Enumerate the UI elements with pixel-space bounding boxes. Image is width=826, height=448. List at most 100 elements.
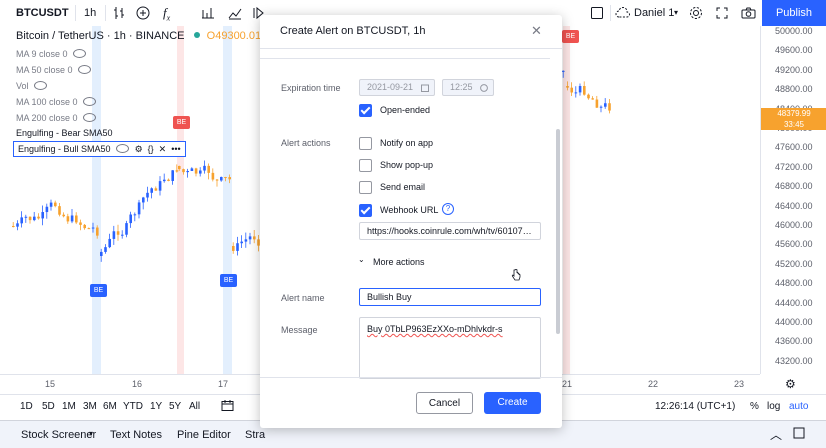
eye-icon[interactable] bbox=[115, 144, 129, 153]
candle-body bbox=[116, 231, 120, 235]
maximize-panel-icon[interactable] bbox=[793, 427, 805, 442]
candle-body bbox=[49, 202, 53, 207]
dialog-footer: Cancel Create bbox=[260, 377, 562, 428]
more-actions-toggle[interactable]: More actions bbox=[373, 257, 425, 267]
go-to-date-icon[interactable] bbox=[221, 399, 234, 415]
chevron-down-icon[interactable]: ▾ bbox=[674, 0, 678, 26]
message-textarea[interactable]: Buy 0TbLP963EzXXo-mDhlvkdr-s bbox=[359, 317, 541, 379]
symbol-search[interactable]: BTCUSDT bbox=[16, 0, 69, 26]
range-3m[interactable]: 3M bbox=[83, 401, 97, 412]
webhook-url-checkbox[interactable] bbox=[359, 204, 372, 217]
axis-settings-gear-icon[interactable]: ⚙ bbox=[785, 377, 796, 391]
alert-name-input[interactable]: Bullish Buy bbox=[359, 288, 541, 306]
expiration-date-field[interactable]: 2021-09-21 bbox=[359, 79, 435, 96]
fullscreen-icon[interactable] bbox=[716, 0, 728, 26]
hidden-eye-icon[interactable] bbox=[33, 81, 47, 90]
close-icon[interactable]: ✕ bbox=[159, 144, 167, 154]
candle-body bbox=[79, 222, 82, 225]
cloud-layout-icon[interactable] bbox=[615, 0, 631, 26]
legend-item[interactable]: MA 200 close 0 bbox=[16, 112, 96, 123]
tab-stock-screener[interactable]: Stock Screener bbox=[21, 429, 96, 441]
expiration-label: Expiration time bbox=[281, 83, 341, 93]
range-6m[interactable]: 6M bbox=[103, 401, 117, 412]
webhook-url-input[interactable]: https://hooks.coinrule.com/wh/tv/60107… bbox=[359, 222, 541, 240]
dialog-body[interactable]: Expiration time 2021-09-21 12:25 Open-en… bbox=[260, 49, 562, 379]
range-1m[interactable]: 1M bbox=[62, 401, 76, 412]
engulfing-bear-legend[interactable]: Engulfing - Bear SMA50 bbox=[16, 128, 113, 138]
legend-label: MA 9 close 0 bbox=[16, 49, 68, 59]
bull-marker[interactable]: BE bbox=[90, 284, 107, 297]
candle-body bbox=[24, 216, 28, 218]
templates-icon[interactable] bbox=[201, 0, 215, 26]
camera-icon[interactable] bbox=[741, 0, 756, 26]
interval-button[interactable]: 1h bbox=[84, 0, 96, 26]
range-1d[interactable]: 1D bbox=[20, 401, 33, 412]
range-5y[interactable]: 5Y bbox=[169, 401, 181, 412]
candle-body bbox=[248, 236, 252, 240]
publish-button[interactable]: Publish bbox=[762, 0, 826, 26]
candle-body bbox=[91, 227, 95, 229]
calendar-icon bbox=[421, 84, 429, 92]
hidden-eye-icon[interactable] bbox=[77, 65, 91, 74]
hidden-eye-icon[interactable] bbox=[72, 49, 86, 58]
auto-toggle[interactable]: auto bbox=[789, 401, 808, 412]
source-code-icon[interactable]: {} bbox=[148, 144, 154, 154]
notify-on-app-checkbox[interactable] bbox=[359, 137, 372, 150]
bar-style-icon[interactable] bbox=[113, 0, 125, 26]
hidden-eye-icon[interactable] bbox=[82, 113, 96, 122]
candle-body bbox=[104, 247, 107, 252]
price-axis[interactable]: 50000.0049600.0049200.0048800.0048400.00… bbox=[760, 26, 826, 374]
log-toggle[interactable]: log bbox=[767, 401, 780, 412]
range-5d[interactable]: 5D bbox=[42, 401, 55, 412]
open-ended-checkbox[interactable] bbox=[359, 104, 372, 117]
bear-marker[interactable]: BE bbox=[562, 30, 579, 43]
candle-body bbox=[591, 98, 594, 100]
bull-marker[interactable]: BE bbox=[220, 274, 237, 287]
tab-text-notes[interactable]: Text Notes bbox=[110, 429, 162, 441]
legend-item[interactable]: MA 9 close 0 bbox=[16, 48, 86, 59]
range-all[interactable]: All bbox=[189, 401, 200, 412]
candle-body bbox=[232, 246, 235, 251]
alert-name-label: Alert name bbox=[281, 293, 325, 303]
cancel-button[interactable]: Cancel bbox=[416, 392, 473, 414]
indicators-icon[interactable]: fx bbox=[163, 0, 170, 26]
candle-body bbox=[608, 103, 611, 111]
settings-icon[interactable]: ⚙ bbox=[135, 144, 143, 154]
compare-add-icon[interactable] bbox=[136, 0, 150, 26]
alert-chart-icon[interactable] bbox=[228, 0, 242, 26]
layout-square-icon[interactable] bbox=[590, 0, 604, 26]
price-label: 49600.00 bbox=[775, 45, 813, 56]
candle-body bbox=[604, 103, 607, 107]
notify-on-app-label: Notify on app bbox=[380, 138, 434, 148]
candle-body bbox=[211, 172, 215, 180]
chevron-down-icon[interactable]: ▾ bbox=[89, 429, 93, 438]
layout-name[interactable]: Daniel 1 bbox=[634, 0, 674, 26]
show-popup-checkbox[interactable] bbox=[359, 159, 372, 172]
hidden-eye-icon[interactable] bbox=[82, 97, 96, 106]
candle-body bbox=[121, 234, 124, 236]
clock-timezone[interactable]: 12:26:14 (UTC+1) bbox=[655, 401, 735, 412]
tab-pine-editor[interactable]: Pine Editor bbox=[177, 429, 231, 441]
candle-body bbox=[171, 170, 174, 181]
create-button[interactable]: Create bbox=[484, 392, 541, 414]
close-icon[interactable]: ✕ bbox=[531, 23, 542, 39]
percent-toggle[interactable]: % bbox=[750, 401, 759, 412]
range-1y[interactable]: 1Y bbox=[150, 401, 162, 412]
chevron-down-icon[interactable]: ⌄ bbox=[358, 255, 365, 264]
scrollbar-thumb[interactable] bbox=[556, 129, 560, 334]
collapse-panel-icon[interactable]: ︿ bbox=[770, 426, 782, 443]
help-icon[interactable]: ? bbox=[442, 203, 454, 215]
send-email-checkbox[interactable] bbox=[359, 181, 372, 194]
legend-item[interactable]: MA 50 close 0 bbox=[16, 64, 91, 75]
expiration-time-field[interactable]: 12:25 bbox=[442, 79, 494, 96]
expiration-time-value: 12:25 bbox=[450, 82, 473, 92]
more-icon[interactable]: ••• bbox=[171, 144, 180, 154]
candle-body bbox=[199, 170, 202, 174]
engulfing-bull-legend[interactable]: Engulfing - Bull SMA50 ⚙ {} ✕ ••• bbox=[13, 141, 186, 157]
settings-gear-icon[interactable] bbox=[689, 0, 703, 26]
legend-item[interactable]: MA 100 close 0 bbox=[16, 96, 96, 107]
range-ytd[interactable]: YTD bbox=[123, 401, 143, 412]
legend-item[interactable]: Vol bbox=[16, 80, 47, 91]
tab-strategy-tester[interactable]: Stra bbox=[245, 429, 265, 441]
bear-marker[interactable]: BE bbox=[173, 116, 190, 129]
